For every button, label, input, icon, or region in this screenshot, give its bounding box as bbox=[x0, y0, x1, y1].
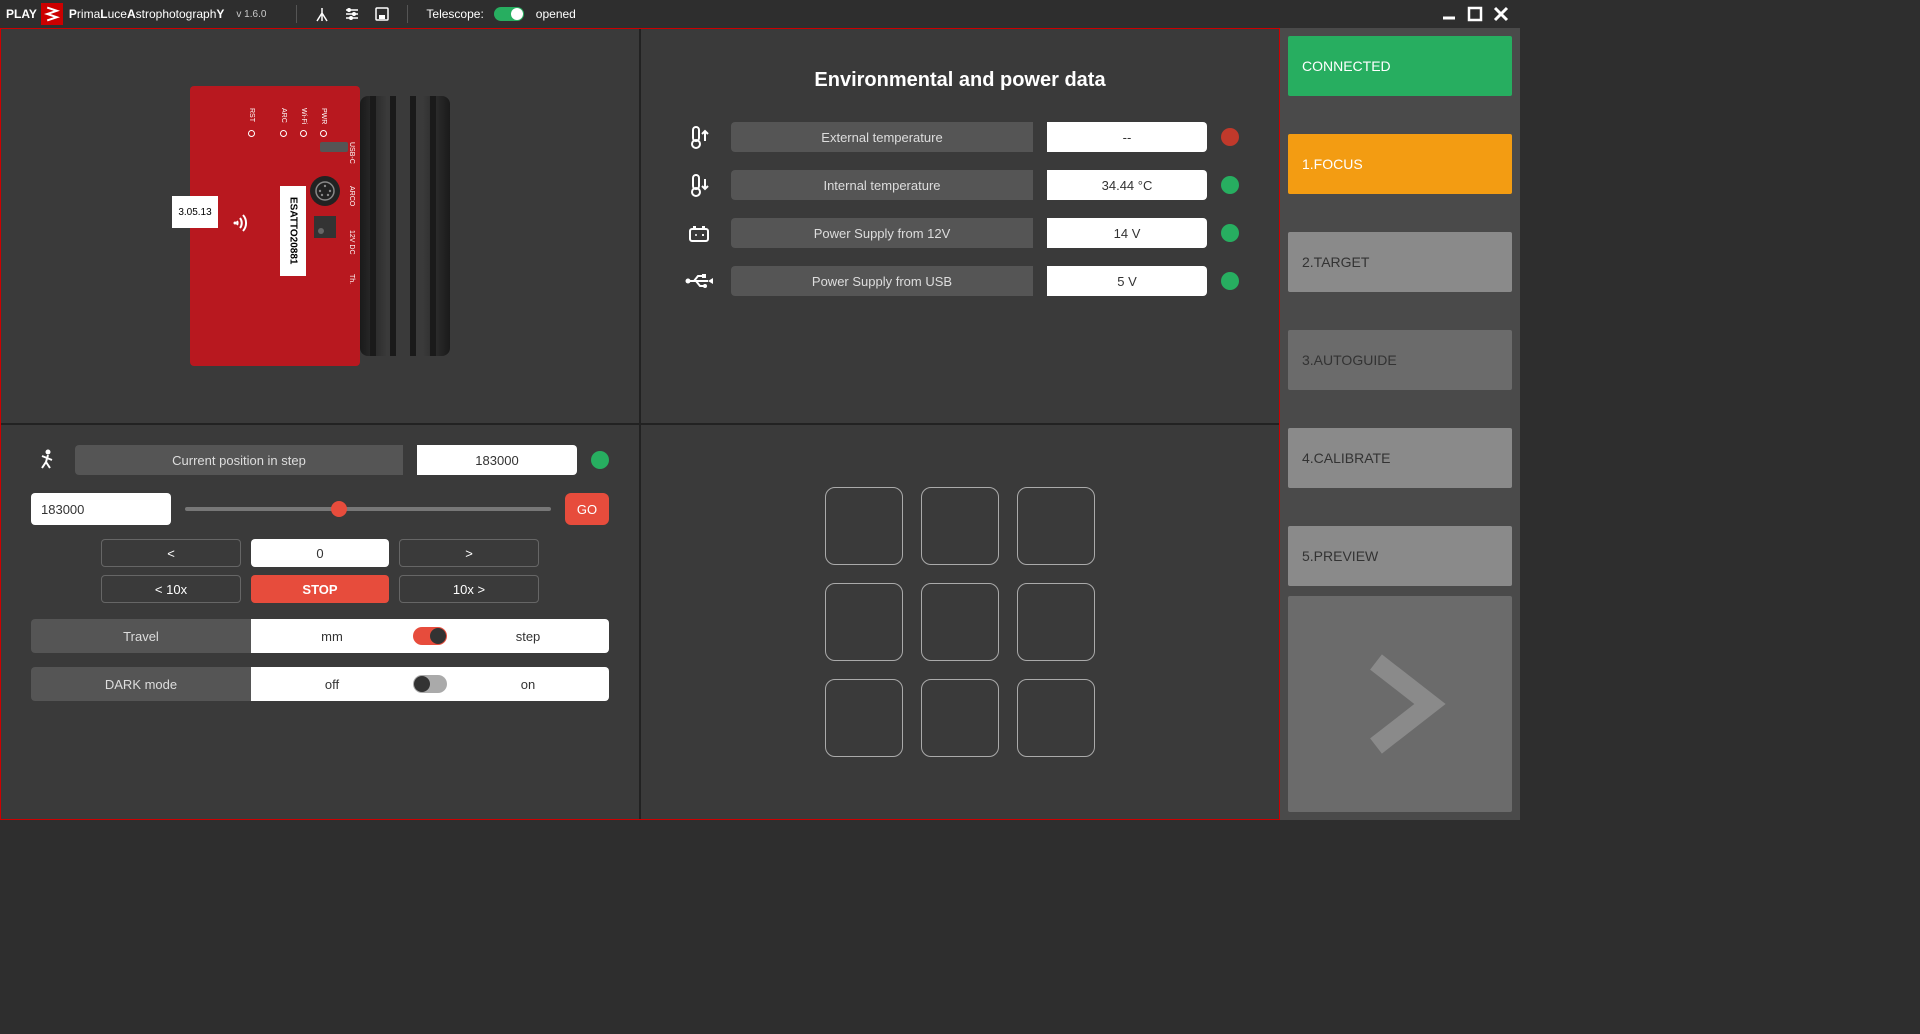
step-autoguide[interactable]: 3.AUTOGUIDE bbox=[1288, 330, 1512, 390]
travel-opt-step: step bbox=[447, 629, 609, 644]
port-th: Th. bbox=[348, 274, 355, 284]
brand-label: PrimaLuceAstrophotographY bbox=[69, 7, 224, 21]
maximize-button[interactable] bbox=[1462, 1, 1488, 27]
port-arco: ARCO bbox=[348, 186, 355, 206]
device-id: ESATTO20881 bbox=[280, 186, 306, 276]
grid-cell[interactable] bbox=[921, 583, 999, 661]
close-button[interactable] bbox=[1488, 1, 1514, 27]
app-logo bbox=[41, 3, 63, 25]
env-row-12v: Power Supply from 12V 14 V bbox=[661, 218, 1259, 248]
slider-row: GO bbox=[21, 493, 619, 525]
step-forward-10x-button[interactable]: 10x > bbox=[399, 575, 539, 603]
preview-grid-panel bbox=[641, 425, 1279, 819]
device-version: 3.05.13 bbox=[172, 196, 218, 228]
telescope-toggle[interactable] bbox=[494, 7, 524, 21]
grid-cell[interactable] bbox=[825, 487, 903, 565]
environment-title: Environmental and power data bbox=[661, 69, 1259, 92]
telescope-state: opened bbox=[536, 7, 576, 21]
play-label: PLAY bbox=[6, 7, 37, 21]
focuser-panel: Current position in step 183000 GO < 0 >… bbox=[1, 425, 639, 819]
step-calibrate[interactable]: 4.CALIBRATE bbox=[1288, 428, 1512, 488]
port-rst: RST bbox=[248, 108, 255, 122]
env-value: 5 V bbox=[1047, 266, 1207, 296]
grid-cell[interactable] bbox=[1017, 583, 1095, 661]
battery-icon bbox=[681, 219, 717, 247]
port-12v: 12V DC bbox=[348, 230, 355, 255]
position-label: Current position in step bbox=[75, 445, 403, 475]
dark-switch[interactable] bbox=[413, 675, 447, 693]
walk-icon bbox=[31, 448, 61, 472]
port-pwr: PWR bbox=[320, 108, 327, 124]
grid-cell[interactable] bbox=[921, 487, 999, 565]
temp-down-icon bbox=[681, 171, 717, 199]
position-input[interactable] bbox=[31, 493, 171, 525]
grid-cell[interactable] bbox=[825, 583, 903, 661]
chevron-right-icon bbox=[1340, 644, 1460, 764]
dark-opt-on: on bbox=[447, 677, 609, 692]
position-slider[interactable] bbox=[185, 507, 551, 511]
grid-cell[interactable] bbox=[1017, 679, 1095, 757]
env-row-internal-temp: Internal temperature 34.44 °C bbox=[661, 170, 1259, 200]
status-led bbox=[591, 451, 609, 469]
travel-switch[interactable] bbox=[413, 627, 447, 645]
status-led bbox=[1221, 272, 1239, 290]
step-focus[interactable]: 1.FOCUS bbox=[1288, 134, 1512, 194]
wifi-icon bbox=[227, 209, 261, 237]
separator bbox=[407, 5, 408, 23]
status-led bbox=[1221, 176, 1239, 194]
stop-button[interactable]: STOP bbox=[251, 575, 389, 603]
grid-cell[interactable] bbox=[921, 679, 999, 757]
env-label: Power Supply from USB bbox=[731, 266, 1033, 296]
separator bbox=[296, 5, 297, 23]
port-usbc: USB-C bbox=[348, 142, 355, 164]
arco-connector-icon bbox=[310, 176, 340, 206]
step-back-button[interactable]: < bbox=[101, 539, 241, 567]
grid-cell[interactable] bbox=[825, 679, 903, 757]
titlebar: PLAY PrimaLuceAstrophotographY v 1.6.0 T… bbox=[0, 0, 1520, 28]
port-wifi: Wi-Fi bbox=[300, 108, 307, 124]
step-target[interactable]: 2.TARGET bbox=[1288, 232, 1512, 292]
telescope-label: Telescope: bbox=[426, 7, 483, 21]
step-forward-button[interactable]: > bbox=[399, 539, 539, 567]
env-value: 14 V bbox=[1047, 218, 1207, 248]
env-value: -- bbox=[1047, 122, 1207, 152]
version-label: v 1.6.0 bbox=[236, 9, 266, 20]
env-row-external-temp: External temperature -- bbox=[661, 122, 1259, 152]
step-preview[interactable]: 5.PREVIEW bbox=[1288, 526, 1512, 586]
grid-cell[interactable] bbox=[1017, 487, 1095, 565]
dark-toggle-row: DARK mode off on bbox=[21, 667, 619, 701]
status-led bbox=[1221, 224, 1239, 242]
port-arc: ARC bbox=[280, 108, 287, 123]
step-value[interactable]: 0 bbox=[251, 539, 389, 567]
environment-panel: Environmental and power data External te… bbox=[641, 29, 1279, 423]
main-content: PWR Wi-Fi ARC RST USB-C ARCO 12V DC Th. … bbox=[0, 28, 1280, 820]
device-panel: PWR Wi-Fi ARC RST USB-C ARCO 12V DC Th. … bbox=[1, 29, 639, 423]
travel-toggle-row: Travel mm step bbox=[21, 619, 619, 653]
travel-label: Travel bbox=[31, 619, 251, 653]
travel-opt-mm: mm bbox=[251, 629, 413, 644]
sliders-icon[interactable] bbox=[343, 5, 361, 23]
device-illustration: PWR Wi-Fi ARC RST USB-C ARCO 12V DC Th. … bbox=[180, 76, 460, 376]
sidebar: CONNECTED 1.FOCUS 2.TARGET 3.AUTOGUIDE 4… bbox=[1280, 28, 1520, 820]
env-label: External temperature bbox=[731, 122, 1033, 152]
position-row: Current position in step 183000 bbox=[21, 445, 619, 475]
temp-up-icon bbox=[681, 123, 717, 151]
step-back-10x-button[interactable]: < 10x bbox=[101, 575, 241, 603]
minimize-button[interactable] bbox=[1436, 1, 1462, 27]
dark-opt-off: off bbox=[251, 677, 413, 692]
dark-label: DARK mode bbox=[31, 667, 251, 701]
env-label: Internal temperature bbox=[731, 170, 1033, 200]
env-row-usb: Power Supply from USB 5 V bbox=[661, 266, 1259, 296]
status-led bbox=[1221, 128, 1239, 146]
env-label: Power Supply from 12V bbox=[731, 218, 1033, 248]
go-button[interactable]: GO bbox=[565, 493, 609, 525]
position-value: 183000 bbox=[417, 445, 577, 475]
connected-status[interactable]: CONNECTED bbox=[1288, 36, 1512, 96]
tripod-icon[interactable] bbox=[313, 5, 331, 23]
save-icon[interactable] bbox=[373, 5, 391, 23]
usb-icon bbox=[681, 271, 717, 291]
next-button[interactable] bbox=[1288, 596, 1512, 812]
preview-grid bbox=[825, 487, 1095, 757]
env-value: 34.44 °C bbox=[1047, 170, 1207, 200]
